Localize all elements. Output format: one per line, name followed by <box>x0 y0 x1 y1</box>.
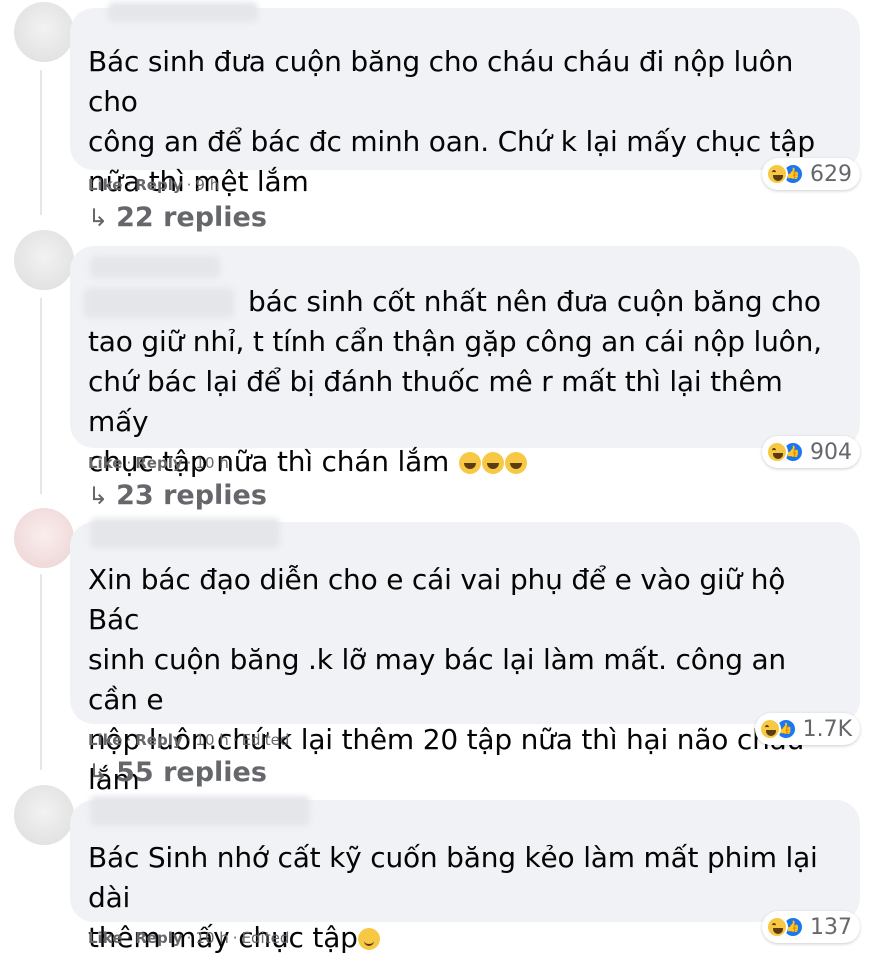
reaction-count: 1.7K <box>802 716 852 742</box>
avatar[interactable] <box>14 508 74 568</box>
reply-link[interactable]: Reply <box>135 731 182 749</box>
replies-count: 55 replies <box>116 757 267 788</box>
comment-meta: Like · Reply · 10 h · Edited <box>88 731 290 749</box>
author-name[interactable] <box>90 796 310 826</box>
reply-arrow-icon: ↳ <box>88 481 109 510</box>
comment-meta: Like · Reply · 10 h · Edited <box>88 929 290 947</box>
haha-reaction-icon <box>758 718 781 740</box>
rofl-emoji-icon <box>504 452 527 474</box>
edited-label[interactable]: Edited <box>242 731 290 749</box>
author-name[interactable] <box>90 518 280 548</box>
thread-line <box>40 70 42 215</box>
rofl-emoji-icon <box>481 452 504 474</box>
reactions-summary[interactable]: 👍 137 <box>762 911 860 943</box>
reaction-count: 137 <box>810 914 852 940</box>
edited-label[interactable]: Edited <box>242 929 290 947</box>
rofl-emoji-icon <box>458 452 481 474</box>
timestamp[interactable]: 10 h <box>195 731 228 749</box>
author-name-mention[interactable] <box>84 288 234 318</box>
author-name[interactable] <box>90 256 220 278</box>
reply-arrow-icon: ↳ <box>88 758 109 787</box>
reactions-summary[interactable]: 👍 1.7K <box>754 713 860 745</box>
comment-bubble: Bác Sinh nhớ cất kỹ cuốn băng kẻo làm mấ… <box>70 796 860 954</box>
comment-bubble: Xin bác đạo diễn cho e cái vai phụ để e … <box>70 518 860 836</box>
avatar[interactable] <box>14 230 74 290</box>
haha-reaction-icon <box>766 163 788 185</box>
reaction-count: 629 <box>810 161 852 187</box>
reactions-summary[interactable]: 👍 904 <box>762 436 860 468</box>
like-link[interactable]: Like <box>88 929 122 947</box>
timestamp[interactable]: 9 h <box>195 176 219 194</box>
reply-link[interactable]: Reply <box>135 929 182 947</box>
comment-bubble: bác sinh cốt nhất nên đưa cuộn băng cho … <box>70 246 860 478</box>
view-replies-button[interactable]: ↳ 23 replies <box>88 480 267 511</box>
avatar[interactable] <box>14 2 74 62</box>
view-replies-button[interactable]: ↳ 55 replies <box>88 757 267 788</box>
thread-line <box>40 574 42 770</box>
comment-bubble: Bác sinh đưa cuộn băng cho cháu cháu đi … <box>70 2 860 198</box>
like-link[interactable]: Like <box>88 176 122 194</box>
haha-reaction-icon <box>766 916 788 938</box>
smile-emoji-icon <box>357 928 380 950</box>
view-replies-button[interactable]: ↳ 22 replies <box>88 202 267 233</box>
author-name[interactable] <box>108 2 258 22</box>
replies-count: 22 replies <box>116 202 267 233</box>
reaction-count: 904 <box>810 439 852 465</box>
comment-meta: Like · Reply · 9 h <box>88 176 220 194</box>
like-link[interactable]: Like <box>88 731 122 749</box>
haha-reaction-icon <box>766 441 788 463</box>
like-link[interactable]: Like <box>88 454 122 472</box>
reply-link[interactable]: Reply <box>135 176 182 194</box>
reply-link[interactable]: Reply <box>135 454 182 472</box>
replies-count: 23 replies <box>116 480 267 511</box>
timestamp[interactable]: 10 h <box>195 929 228 947</box>
comment-meta: Like · Reply · 10 h <box>88 454 229 472</box>
timestamp[interactable]: 10 h <box>195 454 228 472</box>
reactions-summary[interactable]: 👍 629 <box>762 158 860 190</box>
reply-arrow-icon: ↳ <box>88 203 109 232</box>
thread-line <box>40 298 42 494</box>
avatar[interactable] <box>14 785 74 845</box>
